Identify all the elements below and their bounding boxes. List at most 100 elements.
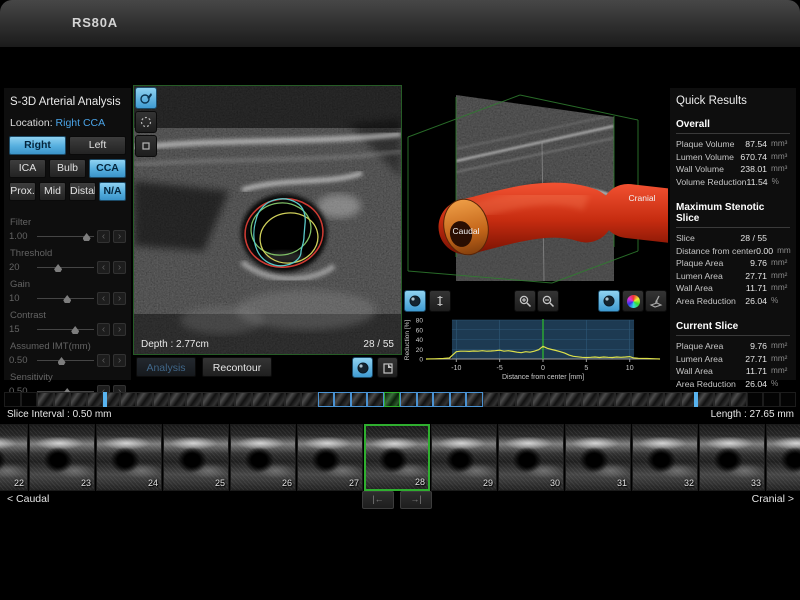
orientation-sphere-button[interactable]: [404, 290, 426, 312]
slider-knob[interactable]: [63, 295, 71, 303]
location-button-ica[interactable]: ICA: [9, 159, 46, 178]
render-sphere-button[interactable]: [598, 290, 620, 312]
slider-knob[interactable]: [83, 233, 91, 241]
ruler-cell[interactable]: [153, 392, 170, 407]
ruler-cell[interactable]: [648, 392, 665, 407]
slider-track[interactable]: [37, 292, 94, 305]
slice-thumbnail-31[interactable]: 31: [565, 424, 631, 491]
measure-ruler-button[interactable]: [429, 290, 451, 312]
ruler-cell[interactable]: [499, 392, 516, 407]
ruler-cell[interactable]: [532, 392, 549, 407]
slider-increment-icon[interactable]: ›: [113, 323, 126, 336]
ruler-cell[interactable]: [450, 392, 467, 407]
slice-thumbnail-25[interactable]: 25: [163, 424, 229, 491]
ruler-cell[interactable]: [433, 392, 450, 407]
ruler-cell[interactable]: [516, 392, 533, 407]
render-mode-button[interactable]: [352, 357, 373, 378]
slider-increment-icon[interactable]: ›: [113, 292, 126, 305]
location-button-bulb[interactable]: Bulb: [49, 159, 86, 178]
dashed-circle-tool-button[interactable]: [135, 111, 157, 133]
ruler-cell[interactable]: [400, 392, 417, 407]
prev-page-button[interactable]: |←: [362, 491, 394, 509]
ruler-cell[interactable]: [747, 392, 764, 407]
slider-track[interactable]: [37, 354, 94, 367]
slider-knob[interactable]: [71, 326, 79, 334]
location-button-cca[interactable]: CCA: [89, 159, 126, 178]
next-page-button[interactable]: →|: [400, 491, 432, 509]
ultrasound-slice-view[interactable]: Depth : 2.77cm 28 / 55: [133, 85, 402, 355]
ruler-cell[interactable]: [417, 392, 434, 407]
ruler-cell[interactable]: [219, 392, 236, 407]
ruler-cell[interactable]: [631, 392, 648, 407]
volume-3d-view[interactable]: Caudal Cranial: [402, 85, 668, 288]
ruler-cell[interactable]: [549, 392, 566, 407]
slider-track[interactable]: [37, 261, 94, 274]
location-button-n-a[interactable]: N/A: [99, 182, 126, 201]
ruler-cell[interactable]: [763, 392, 780, 407]
slider-decrement-icon[interactable]: ‹: [97, 230, 110, 243]
slider-decrement-icon[interactable]: ‹: [97, 323, 110, 336]
slice-thumbnail[interactable]: [766, 424, 800, 491]
ruler-cell[interactable]: [136, 392, 153, 407]
ruler-cell[interactable]: [714, 392, 731, 407]
sculpt-tool-button[interactable]: [645, 290, 667, 312]
slice-thumbnail-27[interactable]: 27: [297, 424, 363, 491]
ruler-cell[interactable]: [54, 392, 71, 407]
ruler-cell[interactable]: [21, 392, 38, 407]
slider-decrement-icon[interactable]: ‹: [97, 292, 110, 305]
location-button-mid[interactable]: Mid: [39, 182, 66, 201]
location-button-prox-[interactable]: Prox.: [9, 182, 36, 201]
recontour-button[interactable]: Recontour: [202, 357, 272, 377]
slice-thumbnail-33[interactable]: 33: [699, 424, 765, 491]
location-button-left[interactable]: Left: [69, 136, 126, 155]
ruler-cell[interactable]: [384, 392, 401, 407]
slice-thumbnail-32[interactable]: 32: [632, 424, 698, 491]
rectangle-tool-button[interactable]: [135, 135, 157, 157]
ruler-cell[interactable]: [466, 392, 483, 407]
ruler-cell[interactable]: [87, 392, 104, 407]
ruler-cell[interactable]: [697, 392, 714, 407]
slider-decrement-icon[interactable]: ‹: [97, 354, 110, 367]
ruler-cell[interactable]: [285, 392, 302, 407]
slice-ruler[interactable]: [4, 392, 796, 407]
slider-increment-icon[interactable]: ›: [113, 261, 126, 274]
slice-thumbnail-30[interactable]: 30: [498, 424, 564, 491]
zoom-out-button[interactable]: [537, 290, 559, 312]
slice-thumbnail-23[interactable]: 23: [29, 424, 95, 491]
ruler-cell[interactable]: [351, 392, 368, 407]
ruler-cell[interactable]: [367, 392, 384, 407]
contour-edit-tool-button[interactable]: [135, 87, 157, 109]
ruler-cell[interactable]: [565, 392, 582, 407]
slider-increment-icon[interactable]: ›: [113, 354, 126, 367]
ruler-cell[interactable]: [598, 392, 615, 407]
slice-thumbnail-29[interactable]: 29: [431, 424, 497, 491]
ruler-cell[interactable]: [202, 392, 219, 407]
color-map-button[interactable]: [622, 290, 644, 312]
ruler-cell[interactable]: [268, 392, 285, 407]
ruler-cell[interactable]: [615, 392, 632, 407]
analysis-button[interactable]: Analysis: [136, 357, 196, 377]
ruler-cell[interactable]: [582, 392, 599, 407]
ruler-cell[interactable]: [169, 392, 186, 407]
slice-thumbnail-26[interactable]: 26: [230, 424, 296, 491]
ruler-cell[interactable]: [730, 392, 747, 407]
ruler-cell[interactable]: [301, 392, 318, 407]
ruler-cell[interactable]: [120, 392, 137, 407]
slider-decrement-icon[interactable]: ‹: [97, 261, 110, 274]
slider-knob[interactable]: [58, 357, 66, 365]
ruler-cell[interactable]: [37, 392, 54, 407]
zoom-in-button[interactable]: [514, 290, 536, 312]
ruler-cell[interactable]: [4, 392, 21, 407]
ruler-cell[interactable]: [664, 392, 681, 407]
slice-thumbnail-22[interactable]: 22: [0, 424, 28, 491]
ruler-cell[interactable]: [318, 392, 335, 407]
range-marker[interactable]: [694, 392, 698, 407]
ruler-cell[interactable]: [334, 392, 351, 407]
ruler-cell[interactable]: [780, 392, 797, 407]
slider-increment-icon[interactable]: ›: [113, 230, 126, 243]
slider-knob[interactable]: [54, 264, 62, 272]
ruler-cell[interactable]: [70, 392, 87, 407]
ruler-cell[interactable]: [483, 392, 500, 407]
ruler-cell[interactable]: [186, 392, 203, 407]
slice-thumbnail-24[interactable]: 24: [96, 424, 162, 491]
